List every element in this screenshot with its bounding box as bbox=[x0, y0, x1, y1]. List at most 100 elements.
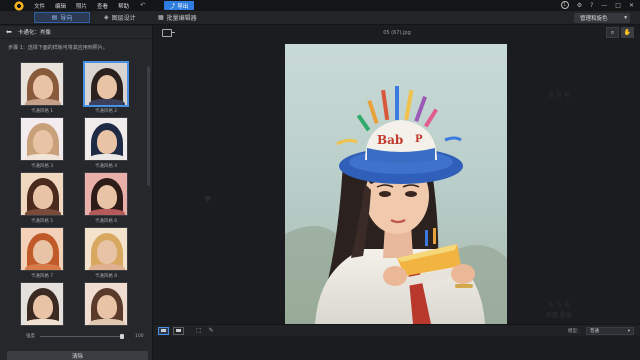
hand-pan-icon[interactable]: ✋ bbox=[621, 27, 634, 38]
main-workspace: 05 (67).jpg ⌕ ✋ 东 方 号 东 方 号 凤凰 数据 ♥ Bab … bbox=[154, 26, 640, 360]
thumbnail-face bbox=[33, 75, 53, 99]
watermark-text: 东 方 号 bbox=[548, 302, 570, 309]
undo-icon[interactable]: ↶ bbox=[140, 2, 145, 9]
export-label: 导出 bbox=[177, 3, 189, 10]
style-label: 卡通风格 4 bbox=[94, 164, 118, 169]
cartoon-portrait-image: Bab P bbox=[285, 86, 507, 324]
maximize-icon[interactable]: □ bbox=[615, 2, 621, 9]
watermark-text: 东 方 号 bbox=[548, 92, 570, 99]
style-thumbnail[interactable] bbox=[20, 227, 64, 271]
style-option[interactable] bbox=[84, 282, 128, 328]
strength-label: 强度 bbox=[26, 334, 35, 339]
heart-icon: ♥ bbox=[204, 195, 212, 204]
style-grid: 卡通风格 1 卡通风格 2 卡通风格 3 卡通风格 4 卡通风格 5 卡通风格 6 卡通风格… bbox=[20, 61, 153, 328]
style-option[interactable]: 卡通风格 5 bbox=[20, 172, 64, 224]
management-dropdown-label: 管理和旋色 bbox=[580, 16, 608, 22]
thumbnail-body bbox=[89, 99, 125, 105]
style-option[interactable]: 卡通风格 7 bbox=[20, 227, 64, 279]
menu-photo[interactable]: 照片 bbox=[76, 2, 87, 10]
thumbnail-body bbox=[25, 319, 61, 325]
thumbnail-body bbox=[25, 154, 61, 160]
style-option[interactable]: 卡通风格 3 bbox=[20, 117, 64, 169]
thumbnail-body bbox=[25, 264, 61, 270]
crop-icon[interactable]: ⬚ bbox=[196, 327, 202, 334]
svg-text:Bab: Bab bbox=[377, 133, 403, 147]
style-thumbnail[interactable] bbox=[83, 61, 129, 107]
chevron-down-icon: ▾ bbox=[627, 328, 630, 334]
management-dropdown[interactable]: 管理和旋色 ▾ bbox=[574, 13, 630, 23]
tab-guide-label: 导向 bbox=[60, 15, 73, 22]
window-controls: 1 ⚙ ? — □ ✕ bbox=[560, 1, 634, 9]
menu-file[interactable]: 文件 bbox=[34, 2, 45, 10]
view-tools: ⌕ ✋ bbox=[606, 27, 634, 38]
style-option[interactable]: 卡通风格 8 bbox=[84, 227, 128, 279]
notification-icon[interactable]: 1 bbox=[560, 1, 569, 9]
style-label: 卡通风格 7 bbox=[30, 274, 54, 279]
compare-view-button[interactable] bbox=[173, 326, 184, 335]
blend-mode-label: 模型： bbox=[568, 328, 582, 334]
photo-canvas[interactable]: 东 方 号 东 方 号 凤凰 数据 ♥ Bab P bbox=[154, 40, 640, 324]
watermark-text: 凤凰 数据 bbox=[546, 312, 572, 319]
thumbnail-body bbox=[89, 319, 125, 325]
style-thumbnail[interactable] bbox=[20, 282, 64, 326]
style-option[interactable] bbox=[20, 282, 64, 328]
style-label: 卡通风格 1 bbox=[30, 109, 54, 114]
style-thumbnail[interactable] bbox=[20, 62, 64, 106]
thumbnail-face bbox=[97, 130, 117, 154]
help-icon[interactable]: ? bbox=[590, 2, 593, 9]
menu-view[interactable]: 查看 bbox=[97, 2, 108, 10]
thumbnail-face bbox=[33, 185, 53, 209]
current-filename: 05 (67).jpg bbox=[383, 29, 411, 36]
menu-help[interactable]: 帮助 bbox=[118, 2, 129, 10]
edited-photo[interactable]: Bab P bbox=[285, 44, 507, 324]
tab-layers-label: 图层设计 bbox=[111, 15, 136, 22]
blend-mode-value: 普通 bbox=[590, 329, 599, 334]
thumbnail-body bbox=[25, 99, 61, 105]
thumbnail-body bbox=[25, 209, 61, 215]
menu-edit[interactable]: 编辑 bbox=[55, 2, 66, 10]
strength-slider-row: 强度 100 bbox=[0, 331, 153, 341]
layers-icon: ◈ bbox=[104, 14, 109, 21]
strength-slider-handle[interactable] bbox=[120, 334, 124, 339]
style-option[interactable]: 卡通风格 1 bbox=[20, 62, 64, 114]
tab-layer-design[interactable]: ◈ 图层设计 bbox=[104, 12, 136, 23]
single-view-button[interactable] bbox=[158, 326, 169, 335]
blend-mode-select[interactable]: 普通 ▾ bbox=[586, 327, 634, 335]
minimize-icon[interactable]: — bbox=[601, 2, 607, 9]
clear-button[interactable]: 清除 bbox=[7, 351, 148, 360]
menu-bar: 文件 编辑 照片 查看 帮助 bbox=[34, 2, 139, 10]
panel-title: 卡通化：肖像 bbox=[17, 30, 51, 36]
style-label: 卡通风格 6 bbox=[94, 219, 118, 224]
style-thumbnail[interactable] bbox=[84, 172, 128, 216]
style-option[interactable]: 卡通风格 4 bbox=[84, 117, 128, 169]
single-view-icon bbox=[161, 329, 166, 332]
zoom-search-icon[interactable]: ⌕ bbox=[606, 27, 619, 38]
effects-panel: ⬅ 卡通化：肖像 步骤 1：选择下面的样板可将其应用到照片。 卡通风格 1 卡通风… bbox=[0, 26, 153, 360]
chevron-down-icon: ▾ bbox=[624, 15, 627, 21]
settings-gear-icon[interactable]: ⚙ bbox=[577, 2, 582, 9]
style-thumbnail[interactable] bbox=[84, 117, 128, 161]
style-thumbnail[interactable] bbox=[84, 282, 128, 326]
close-icon[interactable]: ✕ bbox=[629, 2, 634, 9]
tab-guide[interactable]: ▤ 导向 bbox=[34, 12, 90, 23]
back-arrow-icon[interactable]: ⬅ bbox=[6, 28, 12, 36]
style-option[interactable]: 卡通风格 2 bbox=[83, 61, 129, 114]
brush-icon[interactable]: ✎ bbox=[209, 327, 214, 334]
style-grid-viewport: 卡通风格 1 卡通风格 2 卡通风格 3 卡通风格 4 卡通风格 5 卡通风格 6 卡通风格… bbox=[0, 60, 153, 328]
export-button[interactable]: ⤴ 导出 bbox=[164, 1, 194, 10]
style-option[interactable]: 卡通风格 6 bbox=[84, 172, 128, 224]
mode-tab-bar: ▤ 导向 ◈ 图层设计 ▦ 批量编辑器 管理和旋色 ▾ bbox=[0, 11, 640, 25]
title-bar: 文件 编辑 照片 查看 帮助 ↶ ⤴ 导出 1 ⚙ ? — □ ✕ bbox=[0, 0, 640, 11]
thumbnail-body bbox=[89, 154, 125, 160]
export-icon: ⤴ bbox=[169, 3, 176, 10]
style-thumbnail[interactable] bbox=[84, 227, 128, 271]
thumbnail-face bbox=[97, 185, 117, 209]
strength-slider[interactable] bbox=[40, 334, 124, 339]
panel-scrollbar[interactable] bbox=[147, 66, 150, 186]
tab-batch-editor[interactable]: ▦ 批量编辑器 bbox=[158, 12, 197, 23]
workspace-toolbar: 05 (67).jpg ⌕ ✋ bbox=[154, 26, 640, 39]
style-thumbnail[interactable] bbox=[20, 172, 64, 216]
style-thumbnail[interactable] bbox=[20, 117, 64, 161]
style-label: 卡通风格 3 bbox=[30, 164, 54, 169]
thumbnail-face bbox=[33, 240, 53, 264]
